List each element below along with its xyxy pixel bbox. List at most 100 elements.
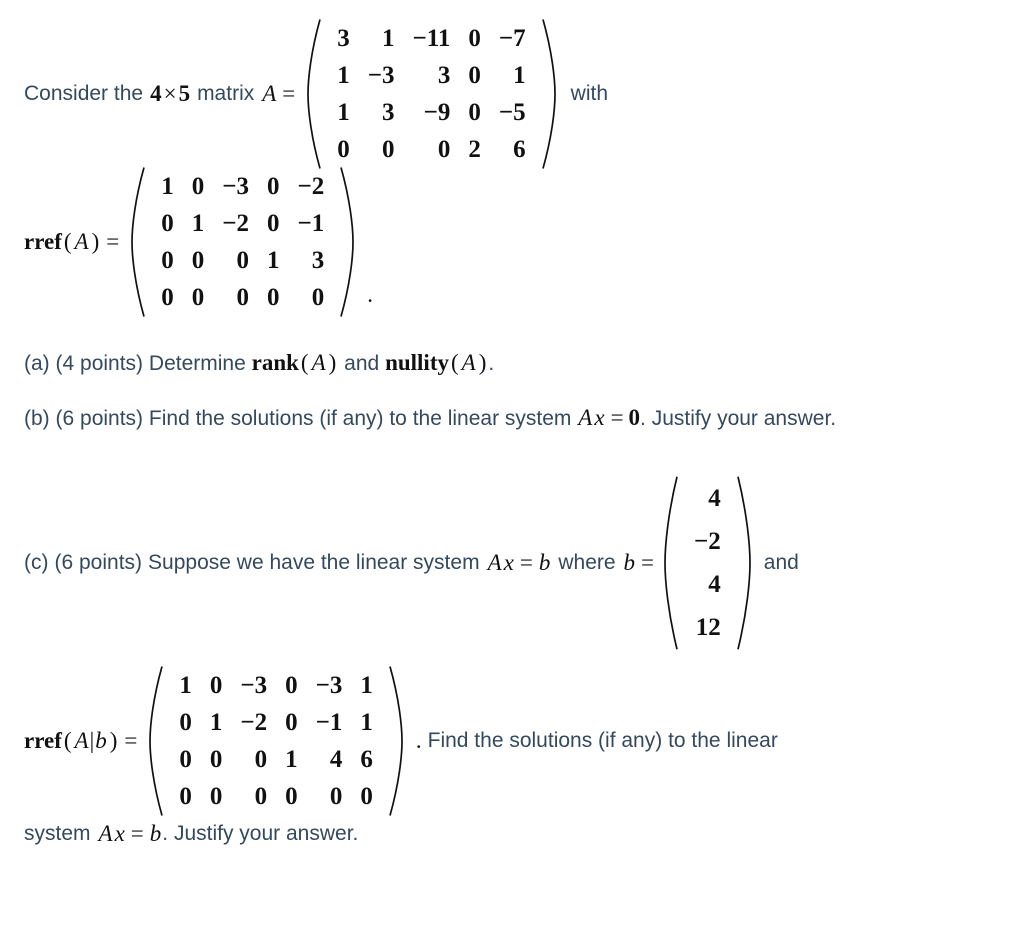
matrix-A: 3 1 −11 0 −7 1 −3 3 0 1 1 3 −9 0 −5 0 0 …	[306, 18, 556, 170]
matrix-rref-Ab-grid: 1 0 −3 0 −3 1 0 1 −2 0 −1 1 0 0 0 1 4 6 …	[164, 665, 388, 817]
part-c-and: and	[763, 550, 799, 574]
rref-equals: =	[106, 229, 120, 254]
times-icon: ×	[163, 81, 177, 106]
left-paren-icon	[130, 166, 146, 318]
part-b-zero: 0	[628, 405, 641, 431]
cell: 0	[468, 25, 481, 52]
cell: 1	[513, 62, 526, 89]
matrix-rref-A-grid: 1 0 −3 0 −2 0 1 −2 0 −1 0 0 0 1 3 0 0 0 …	[146, 166, 339, 318]
part-c-equals: =	[519, 549, 533, 575]
cell: 0	[437, 136, 451, 163]
cell: 1	[337, 62, 350, 89]
intro-lead-text: Consider the	[24, 82, 144, 105]
cell: 1	[267, 247, 280, 274]
cell: 4	[708, 484, 721, 512]
nullity-open-paren: (	[450, 350, 459, 375]
cell: 1	[360, 671, 373, 699]
rank-close-paren: )	[328, 350, 337, 375]
cell: 3	[337, 25, 350, 52]
rref-ab-close-paren: )	[109, 727, 118, 753]
rref-ab-terminator: .	[415, 727, 422, 753]
part-b-math-A: A	[578, 405, 593, 431]
dims-cols: 5	[178, 81, 191, 106]
cell: 12	[695, 613, 721, 641]
cell: 0	[267, 284, 280, 311]
cell: −3	[240, 671, 268, 699]
cell: 0	[209, 782, 223, 810]
cell: 0	[267, 173, 280, 200]
part-a-period: .	[488, 352, 495, 375]
cell: −3	[222, 173, 250, 200]
intro-row: Consider the 4 × 5 matrix A = 3 1 −11 0 …	[24, 18, 1000, 170]
rref-label: rref	[24, 229, 62, 254]
rref-arg-A: A	[74, 229, 89, 254]
matrix-rref-Ab: 1 0 −3 0 −3 1 0 1 −2 0 −1 1 0 0 0 1 4 6 …	[148, 665, 404, 817]
cell: 3	[437, 62, 451, 89]
right-paren-icon	[541, 18, 557, 170]
cell: 0	[179, 745, 192, 773]
cell: 1	[285, 745, 298, 773]
cell: 0	[161, 247, 174, 274]
cell: −2	[222, 210, 250, 237]
cell: 3	[382, 99, 395, 126]
rref-ab-arg-b: b	[95, 727, 107, 753]
intro-matrix-word: matrix	[197, 82, 255, 105]
cell: 0	[267, 210, 280, 237]
rref-close-paren: )	[91, 229, 100, 254]
cell: 1	[360, 708, 373, 736]
final-math-A: A	[98, 820, 113, 846]
part-c-math-A: A	[487, 549, 502, 575]
cell: −5	[498, 99, 526, 126]
cell: 1	[179, 671, 192, 699]
right-paren-icon	[736, 475, 752, 651]
final-tail: . Justify your answer.	[162, 821, 359, 845]
part-b-equals: =	[610, 405, 624, 431]
cell: 0	[468, 99, 481, 126]
matrix-A-grid: 3 1 −11 0 −7 1 −3 3 0 1 1 3 −9 0 −5 0 0 …	[322, 18, 540, 170]
final-math-x: x	[114, 820, 125, 846]
cell: 0	[179, 708, 192, 736]
part-b: (b) (6 points) Find the solutions (if an…	[24, 399, 1000, 436]
cell: 6	[513, 136, 526, 163]
part-b-points: (6 points)	[55, 407, 144, 431]
part-a-text: Determine	[148, 352, 246, 375]
rank-open-paren: (	[300, 350, 309, 375]
rref-A-terminator: .	[367, 282, 374, 307]
rank-label: rank	[251, 350, 299, 375]
cell: −3	[367, 62, 395, 89]
part-c-text: Suppose we have the linear system	[148, 550, 480, 574]
cell: 0	[209, 745, 223, 773]
cell: 1	[161, 173, 174, 200]
rref-open-paren: (	[63, 229, 72, 254]
cell: 0	[161, 284, 174, 311]
rank-arg-A: A	[311, 350, 326, 375]
cell: 0	[179, 782, 192, 810]
part-c-points: (6 points)	[54, 550, 143, 574]
cell: 3	[311, 247, 325, 274]
rref-ab-arg-A: A	[74, 727, 89, 753]
cell: 0	[236, 284, 250, 311]
cell: 4	[708, 570, 721, 598]
cell: −1	[315, 708, 343, 736]
cell: 0	[236, 247, 250, 274]
cell: 0	[191, 173, 205, 200]
cell: 0	[209, 671, 223, 699]
right-paren-icon	[339, 166, 355, 318]
cell: 0	[285, 782, 298, 810]
left-paren-icon	[148, 665, 164, 817]
cell: 0	[329, 782, 343, 810]
cell: 0	[161, 210, 174, 237]
cell: −2	[297, 173, 325, 200]
cell: 0	[285, 671, 298, 699]
nullity-close-paren: )	[478, 350, 487, 375]
part-c-math-b: b	[538, 549, 551, 575]
matrix-rref-A: 1 0 −3 0 −2 0 1 −2 0 −1 0 0 0 1 3 0 0 0 …	[130, 166, 355, 318]
cell: −9	[423, 99, 451, 126]
rref-ab-after-text: Find the solutions (if any) to the linea…	[427, 728, 778, 752]
cell: 0	[337, 136, 350, 163]
part-a-conjunction: and	[344, 352, 380, 375]
part-c-where: where	[558, 550, 616, 574]
left-paren-icon	[663, 475, 679, 651]
final-equals: =	[130, 820, 144, 846]
